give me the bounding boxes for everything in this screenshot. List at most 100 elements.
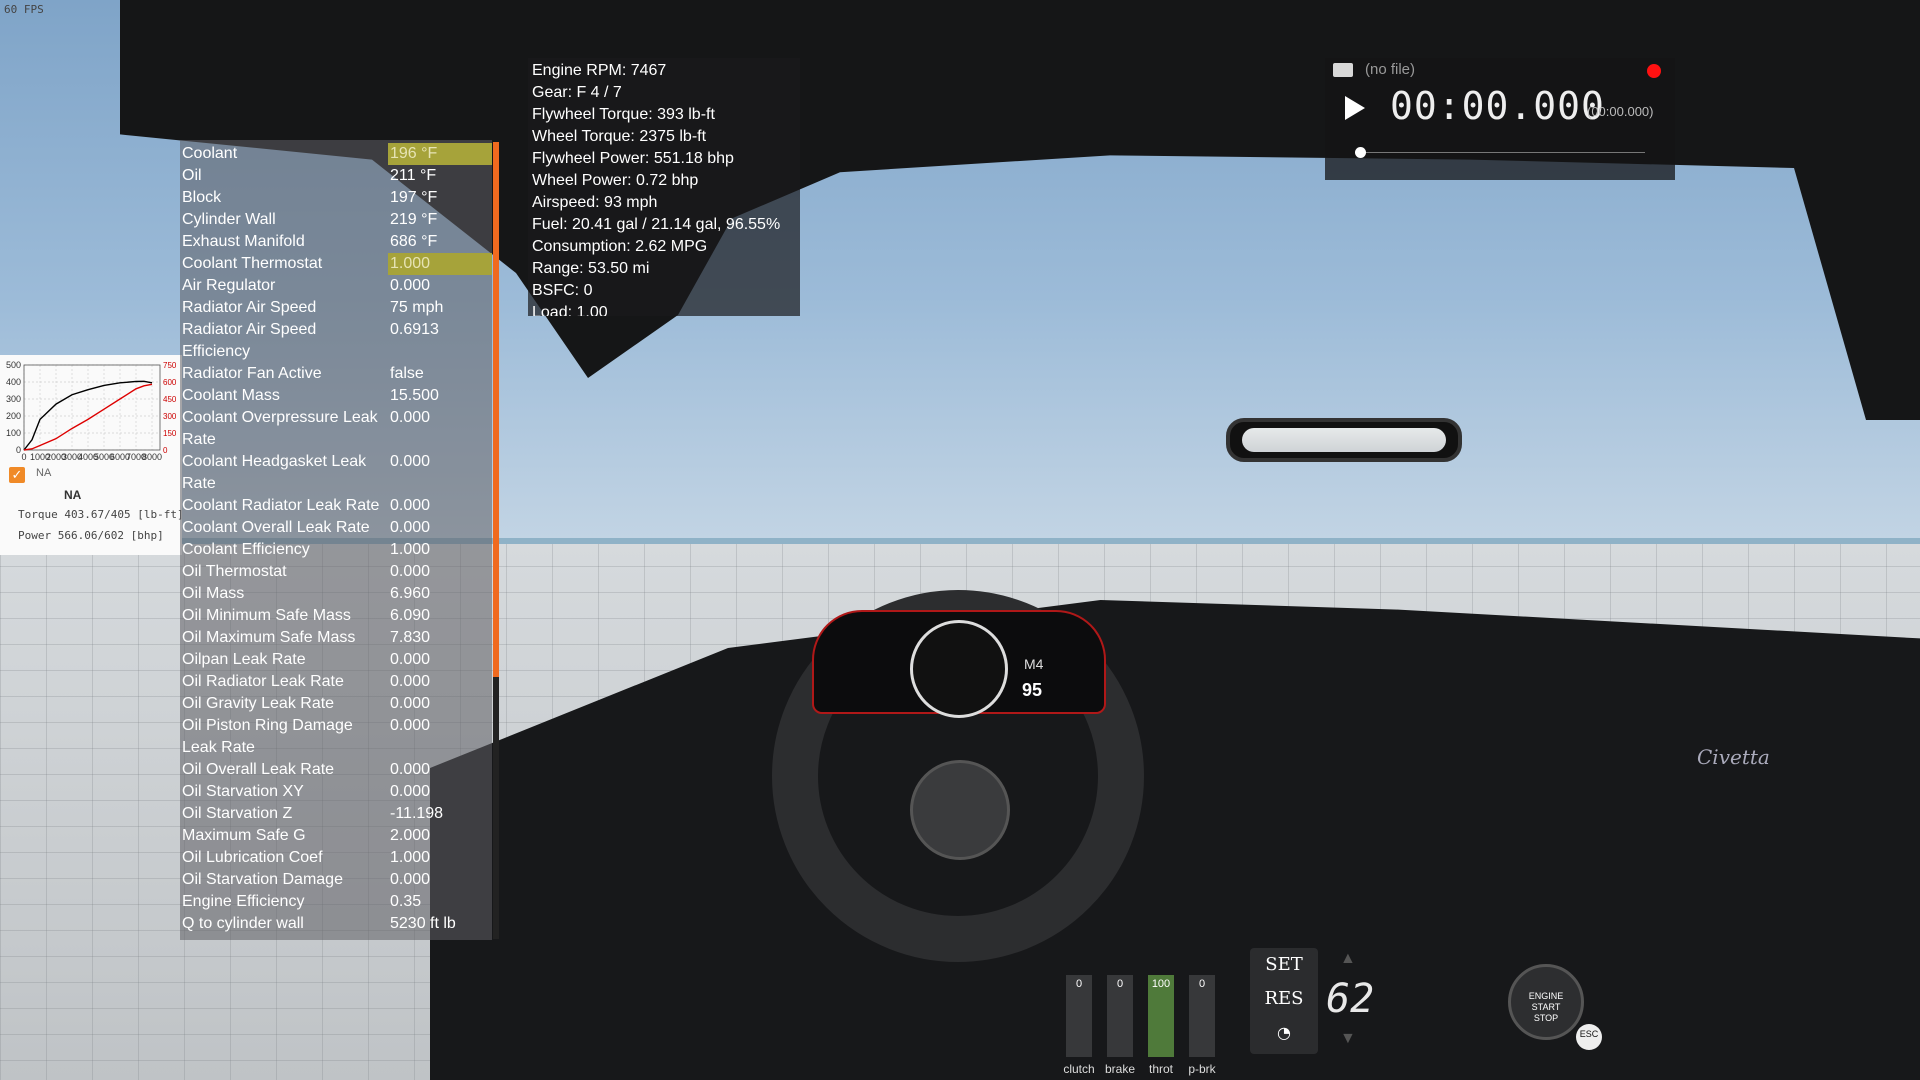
record-button[interactable]: [1647, 64, 1661, 78]
cruise-res-button[interactable]: RES: [1250, 984, 1318, 1014]
engine-info-line: Load: 1.00: [532, 304, 608, 316]
engine-thermals-debug-panel: Coolant 196 °F Oil 211 °F Block 197 °F Cylinde…: [180, 140, 492, 940]
esc-button[interactable]: ESC: [1576, 1024, 1602, 1050]
engine-info-line: Flywheel Power: 551.18 bhp: [532, 150, 734, 167]
recording-total-time: (00:00.000): [1587, 104, 1654, 119]
debug-row-label: Radiator Air Speed: [182, 299, 317, 316]
folder-icon[interactable]: [1333, 63, 1353, 77]
debug-row-label: Radiator Fan Active: [182, 365, 322, 382]
chart-y-tick: 200: [6, 411, 21, 421]
chart-y2-tick: 600: [163, 378, 177, 387]
pedal-label: p-brk: [1188, 1062, 1216, 1076]
start-line3: STOP: [1533, 1013, 1559, 1023]
debug-row-value: 5230 ft lb: [390, 915, 456, 932]
debug-row-label: Oil Starvation Z: [182, 805, 293, 822]
engine-info-line: BSFC: 0: [532, 282, 593, 299]
engine-info-line: Range: 53.50 mi: [532, 260, 650, 277]
replay-timeline-handle[interactable]: [1355, 147, 1366, 158]
debug-row-value: 0.000: [390, 497, 431, 514]
debug-row-label: Coolant Efficiency: [182, 541, 310, 558]
chart-y-tick: 0: [16, 445, 21, 455]
debug-row-value: 1.000: [388, 253, 492, 275]
debug-row-label: Air Regulator: [182, 277, 276, 294]
cruise-set-button[interactable]: SET: [1250, 950, 1318, 980]
debug-row-value: 197 °F: [390, 189, 438, 206]
debug-row-value: 0.35: [390, 893, 422, 910]
cruise-control-panel: SET RES ◔: [1250, 948, 1318, 1054]
power-readout: Power 566.06/602 [bhp]: [18, 529, 164, 542]
debug-row-label: Engine Efficiency: [182, 893, 305, 910]
debug-row-label: Coolant Mass: [182, 387, 280, 404]
cruise-set-speed: 62: [1326, 976, 1375, 1022]
debug-row-value: 15.500: [390, 387, 439, 404]
debug-row-value: 686 °F: [390, 233, 438, 250]
engine-info-line: Wheel Power: 0.72 bhp: [532, 172, 699, 189]
engine-info-line: Consumption: 2.62 MPG: [532, 238, 708, 255]
na-checkbox[interactable]: ✓: [9, 467, 25, 483]
torque-power-graph: 500 750 400 600 300 450 200 300 100 150 0 0 0 1000 200…: [0, 355, 182, 555]
pedal-label: clutch: [1063, 1062, 1095, 1076]
pedal-label: throt: [1148, 1062, 1173, 1076]
debug-row-label: Coolant Thermostat: [182, 255, 323, 272]
pedal-value: 0: [1075, 978, 1083, 990]
debug-row-label: Oil Piston Ring Damage: [182, 717, 353, 734]
chart-x-tick: 0: [21, 452, 26, 462]
debug-row-value: 0.000: [390, 695, 431, 712]
debug-row-value: 0.000: [390, 761, 431, 778]
play-icon[interactable]: [1345, 96, 1365, 120]
debug-row-label: Oil Mass: [182, 585, 245, 602]
debug-row-value: 7.830: [390, 629, 431, 646]
debug-row-label: Coolant: [182, 145, 238, 162]
chart-frame: [23, 364, 161, 451]
debug-row-value: 0.000: [390, 453, 431, 470]
graph-curve-title: NA: [64, 488, 82, 502]
start-line2: START: [1531, 1002, 1561, 1012]
engine-info-panel: Engine RPM: 7467 Gear: F 4 / 7 Flywheel To…: [528, 58, 800, 316]
chart-y2-tick: 150: [163, 429, 177, 438]
panel-scrollbar-thumb[interactable]: [493, 142, 499, 677]
na-checkbox-label: NA: [36, 467, 52, 479]
debug-row-label: Oil Thermostat: [182, 563, 287, 580]
cruise-up-icon[interactable]: ▲: [1340, 950, 1356, 968]
chart-y-tick: 400: [6, 377, 21, 387]
debug-row-label: Coolant Radiator Leak Rate: [182, 497, 380, 514]
debug-row-value: 6.960: [390, 585, 431, 602]
steering-hub-logo: [910, 760, 1010, 860]
debug-row-label: Efficiency: [182, 343, 251, 360]
debug-row-label: Oil Minimum Safe Mass: [182, 607, 351, 624]
debug-row-value: 1.000: [390, 541, 431, 558]
debug-row-label: Leak Rate: [182, 739, 255, 756]
debug-row-label: Coolant Overpressure Leak: [182, 409, 378, 426]
panel-scrollbar-track[interactable]: [493, 677, 499, 939]
replay-recorder: (no file) 00:00.000 (00:00.000): [1325, 58, 1675, 180]
debug-row-label: Rate: [182, 475, 216, 492]
debug-row-label: Oil Overall Leak Rate: [182, 761, 335, 778]
engine-info-line: Flywheel Torque: 393 lb-ft: [532, 106, 715, 123]
chart-y-tick: 300: [6, 394, 21, 404]
replay-timeline[interactable]: [1355, 152, 1645, 153]
debug-row-label: Q to cylinder wall: [182, 915, 304, 932]
pedal-value: 100: [1151, 978, 1171, 990]
cruise-down-icon[interactable]: ▼: [1340, 1030, 1356, 1048]
fps-counter: 60 FPS: [4, 3, 44, 16]
recording-filename: (no file): [1365, 61, 1416, 78]
debug-row-value: 0.000: [390, 673, 431, 690]
torque-readout: Torque 403.67/405 [lb-ft]: [18, 508, 184, 521]
engine-info-line: Engine RPM: 7467: [532, 62, 667, 79]
debug-row-value: false: [390, 365, 424, 382]
chart-y2-tick: 0: [163, 446, 168, 455]
engine-start-stop-button[interactable]: ENGINE START STOP: [1508, 964, 1584, 1040]
dashboard-brand-badge: Civetta: [1697, 745, 1770, 769]
engine-info-line: Fuel: 20.41 gal / 21.14 gal, 96.55%: [532, 216, 781, 233]
debug-row-value: 211 °F: [390, 167, 437, 184]
pedal-value: 0: [1116, 978, 1124, 990]
debug-row-label: Oil: [182, 167, 202, 184]
torque-power-chart-svg: 500 750400 600300 450200 300100 1500 00 1000200…: [6, 360, 177, 462]
debug-row-label: Oil Starvation Damage: [182, 871, 343, 888]
debug-row-label: Radiator Air Speed: [182, 321, 317, 338]
cruise-speedometer-icon[interactable]: ◔: [1250, 1018, 1318, 1048]
debug-row-value: 0.000: [390, 651, 431, 668]
debug-row-value: 6.090: [390, 607, 431, 624]
chart-y2-tick: 300: [163, 412, 177, 421]
debug-row-label: Block: [182, 189, 222, 206]
